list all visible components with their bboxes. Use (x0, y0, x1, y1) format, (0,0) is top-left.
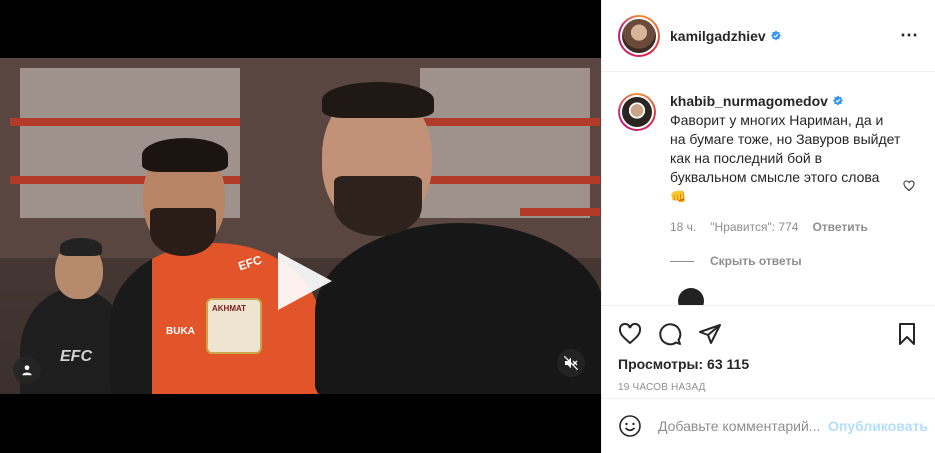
post-video[interactable]: EFC EFC BUKA AKHMAT (0, 0, 601, 453)
share-paper-plane-icon[interactable] (698, 322, 722, 346)
jersey-sponsor: BUKA (166, 326, 195, 337)
fist-emoji-icon: 👊 (670, 189, 687, 204)
bookmark-icon[interactable] (895, 322, 919, 346)
mute-button[interactable] (557, 349, 585, 377)
post-header: kamilgadzhiev ⋯ (602, 0, 935, 72)
commenter-avatar[interactable] (618, 93, 656, 131)
comment-meta: 18 ч. "Нравится": 774 Ответить (670, 220, 902, 234)
like-heart-icon[interactable] (618, 322, 642, 346)
like-comment-heart-icon[interactable] (903, 180, 915, 192)
verified-badge-icon (832, 95, 843, 106)
play-button[interactable] (272, 248, 336, 314)
user-icon (22, 365, 32, 376)
post-timestamp[interactable]: 19 часов назад (618, 382, 919, 393)
comment-bubble-icon[interactable] (658, 322, 682, 346)
comment-likes[interactable]: "Нравится": 774 (710, 220, 798, 234)
reply-item (678, 288, 919, 305)
post-side-panel: kamilgadzhiev ⋯ khabib_nurmagomedov Фаво… (601, 0, 935, 453)
author-avatar[interactable] (618, 14, 660, 57)
comments-section: khabib_nurmagomedov Фаворит у многих Нар… (602, 73, 935, 305)
comment-composer: Опубликовать (602, 398, 935, 453)
more-options-icon[interactable]: ⋯ (900, 25, 919, 46)
play-icon (278, 252, 332, 310)
comment-item: khabib_nurmagomedov Фаворит у многих Нар… (618, 93, 919, 234)
video-frame: EFC EFC BUKA AKHMAT (0, 58, 601, 394)
comment-input[interactable] (658, 418, 828, 434)
commenter-username[interactable]: khabib_nurmagomedov (670, 93, 828, 109)
post-actions: Просмотры: 63 115 19 часов назад (602, 305, 935, 393)
speaker-muted-icon (563, 355, 579, 371)
comment-text: Фаворит у многих Нариман, да и на бумаге… (670, 112, 901, 185)
author-username[interactable]: kamilgadzhiev (670, 28, 766, 44)
left-jersey-label: EFC (60, 348, 92, 365)
hide-replies-label: Скрыть ответы (710, 254, 802, 268)
emoji-smiley-icon[interactable] (618, 414, 642, 438)
view-count[interactable]: Просмотры: 63 115 (618, 356, 919, 372)
reply-button[interactable]: Ответить (812, 220, 867, 234)
jersey-badge: AKHMAT (206, 298, 262, 354)
publish-button[interactable]: Опубликовать (828, 418, 928, 434)
tagged-users-button[interactable] (13, 356, 41, 384)
verified-badge-icon (770, 30, 781, 40)
hide-replies-button[interactable]: Скрыть ответы (670, 254, 919, 268)
comment-time[interactable]: 18 ч. (670, 220, 696, 234)
reply-avatar[interactable] (678, 288, 704, 305)
